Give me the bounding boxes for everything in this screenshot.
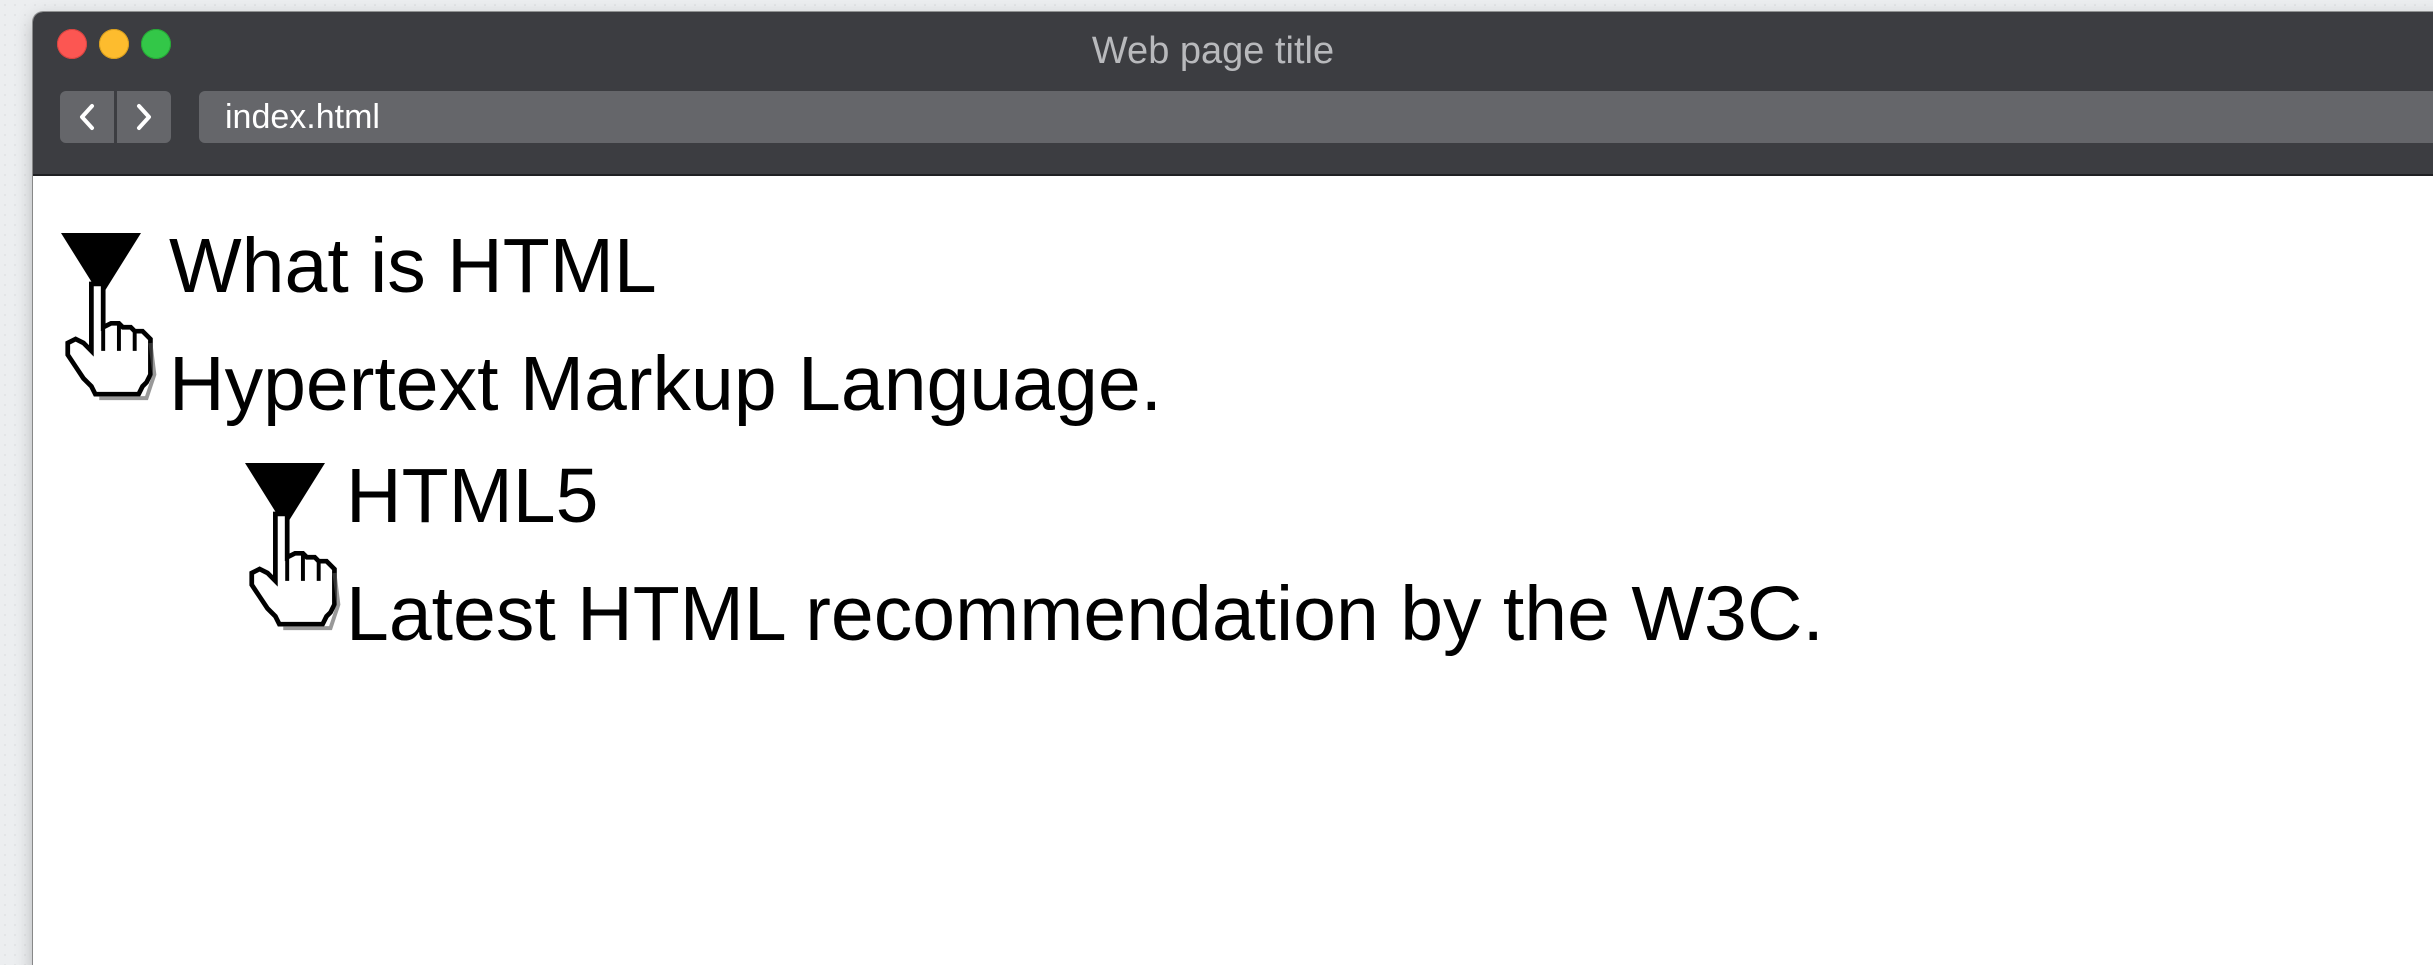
details-body: Hypertext Markup Language. <box>169 341 1163 427</box>
chevron-right-icon <box>137 104 151 130</box>
forward-button[interactable] <box>117 91 171 143</box>
details-summary[interactable]: What is HTML <box>169 228 657 305</box>
pointer-hand-cursor-icon <box>249 511 341 631</box>
address-bar[interactable]: index.html <box>199 91 2433 143</box>
window-title: Web page title <box>1091 30 1335 72</box>
title-bar: Web page title index.html <box>33 12 2433 176</box>
pointer-hand-cursor-icon <box>65 281 157 401</box>
browser-window: Web page title index.html What is HTML H… <box>33 12 2433 965</box>
back-button[interactable] <box>60 91 114 143</box>
page-content: What is HTML Hypertext Markup Language. … <box>33 176 2433 965</box>
details-summary[interactable]: HTML5 <box>346 458 598 535</box>
chevron-left-icon <box>80 104 94 130</box>
details-body: Latest HTML recommendation by the W3C. <box>346 571 1824 657</box>
